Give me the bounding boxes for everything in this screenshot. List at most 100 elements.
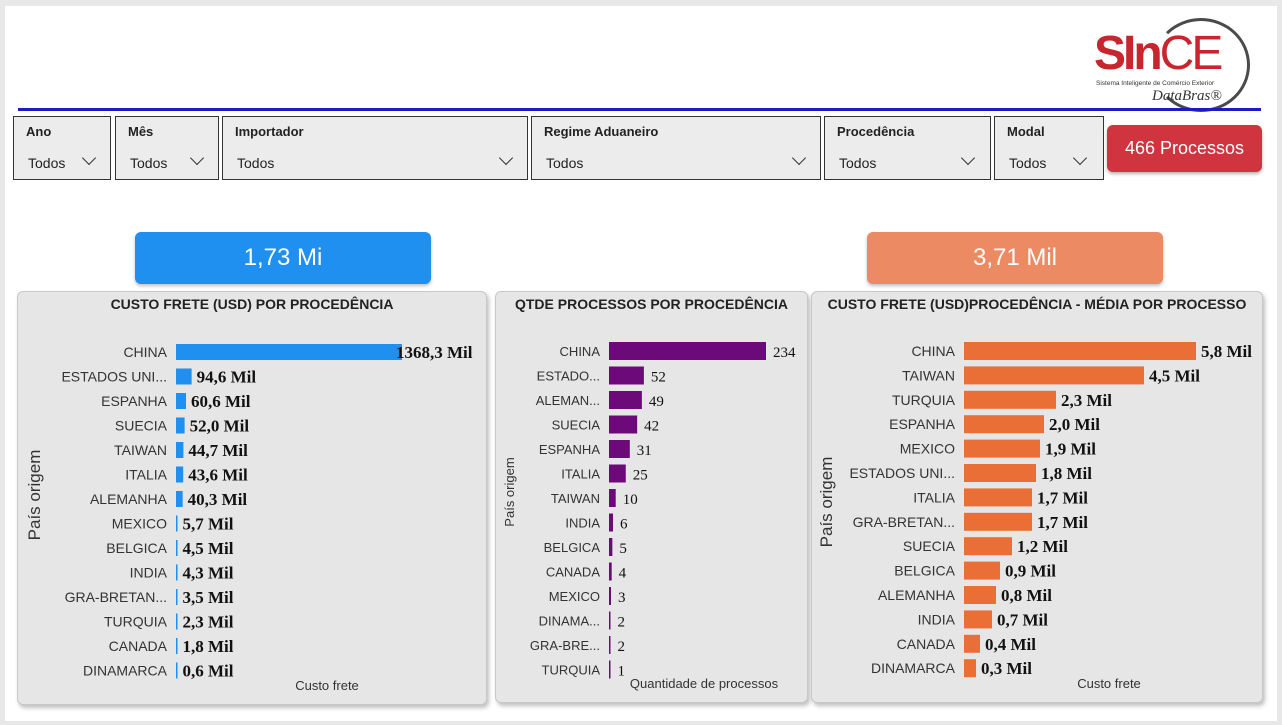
bar[interactable] (609, 440, 630, 458)
bar[interactable] (964, 561, 1000, 580)
category-label: BELGICA (544, 540, 601, 555)
data-label: 2,0 Mil (1049, 415, 1100, 434)
data-label: 44,7 Mil (188, 441, 248, 460)
bar[interactable] (176, 589, 178, 605)
bar[interactable] (176, 564, 178, 581)
data-label: 3 (618, 590, 626, 606)
filter-modal[interactable]: Modal Todos (994, 116, 1104, 180)
category-label: INDIA (565, 516, 600, 531)
chevron-down-icon[interactable] (81, 150, 97, 166)
data-label: 42 (644, 419, 659, 435)
data-label: 60,6 Mil (191, 392, 251, 411)
bar[interactable] (176, 442, 184, 458)
filter-ano[interactable]: Ano Todos (13, 116, 111, 180)
bar[interactable] (609, 415, 638, 434)
category-label: CHINA (911, 343, 955, 359)
chart-freight-by-origin: CUSTO FRETE (USD) POR PROCEDÊNCIA CHINA 1… (17, 291, 487, 705)
bar[interactable] (609, 587, 612, 605)
filter-label: Modal (1007, 124, 1045, 139)
bar[interactable] (609, 562, 612, 581)
bar[interactable] (176, 344, 402, 360)
category-label: BELGICA (106, 540, 167, 556)
filter-regime-aduaneiro[interactable]: Regime Aduaneiro Todos (531, 116, 821, 180)
chevron-down-icon[interactable] (498, 150, 514, 166)
since-logo: SInCE Sistema Inteligente de Comércio Ex… (1090, 18, 1255, 112)
bar[interactable] (176, 491, 183, 507)
category-label: INDIA (130, 565, 168, 581)
category-label: ITALIA (913, 489, 955, 505)
data-label: 1,8 Mil (1041, 464, 1092, 483)
bar[interactable] (964, 634, 980, 653)
bar[interactable] (964, 366, 1144, 385)
data-label: 3,5 Mil (183, 588, 234, 607)
bar[interactable] (609, 366, 644, 385)
category-label: SUECIA (115, 418, 168, 434)
data-label: 94,6 Mil (197, 368, 257, 387)
filter-mes[interactable]: Mês Todos (115, 116, 219, 180)
bar[interactable] (176, 540, 178, 556)
bar[interactable] (964, 610, 992, 629)
filter-label: Procedência (837, 124, 915, 139)
filter-value: Todos (130, 155, 168, 171)
chevron-down-icon[interactable] (960, 150, 976, 166)
data-label: 2,3 Mil (1061, 391, 1112, 410)
data-label: 1,7 Mil (1037, 513, 1088, 532)
category-label: ITALIA (561, 467, 600, 482)
category-label: GRA-BRETAN... (853, 514, 955, 530)
bar[interactable] (176, 613, 178, 630)
bar[interactable] (964, 537, 1012, 556)
process-count-button[interactable]: 466 Processos (1107, 125, 1262, 172)
chart-avg-freight-svg: CHINA 5,8 Mil TAIWAN 4,5 Mil TURQUIA 2,3 Mil E… (817, 342, 1252, 691)
bar[interactable] (964, 439, 1040, 458)
kpi-total-freight: 1,73 Mi (135, 232, 431, 284)
bar[interactable] (176, 368, 192, 385)
category-label: CHINA (560, 344, 601, 359)
data-label: 234 (773, 345, 796, 361)
bar[interactable] (964, 415, 1044, 434)
category-label: CANADA (109, 638, 168, 654)
bar[interactable] (176, 393, 187, 409)
data-label: 52,0 Mil (190, 417, 250, 436)
data-label: 25 (633, 468, 648, 484)
bar[interactable] (964, 390, 1056, 409)
bar[interactable] (176, 417, 185, 434)
chart-process-count-by-origin: QTDE PROCESSOS POR PROCEDÊNCIA CHINA 234 E… (495, 291, 808, 703)
bar[interactable] (609, 464, 626, 483)
bar[interactable] (964, 488, 1032, 507)
category-label: ESTADOS UNI... (849, 465, 955, 481)
category-label: ITALIA (125, 467, 167, 483)
data-label: 31 (637, 443, 652, 459)
bar[interactable] (964, 342, 1196, 360)
chevron-down-icon[interactable] (189, 150, 205, 166)
kpi-avg-freight: 3,71 Mil (867, 232, 1163, 284)
bar[interactable] (176, 638, 178, 654)
filter-procedencia[interactable]: Procedência Todos (824, 116, 991, 180)
bar[interactable] (609, 391, 642, 409)
chevron-down-icon[interactable] (1072, 150, 1088, 166)
category-label: TAIWAN (114, 442, 167, 458)
data-label: 2 (618, 639, 626, 655)
bar[interactable] (176, 515, 178, 532)
bar[interactable] (176, 662, 178, 679)
filter-importador[interactable]: Importador Todos (222, 116, 528, 180)
bar[interactable] (609, 660, 611, 679)
bar[interactable] (609, 538, 613, 556)
data-label: 5,8 Mil (1201, 342, 1252, 361)
bar[interactable] (964, 512, 1032, 531)
bar[interactable] (609, 489, 616, 507)
bar[interactable] (176, 466, 184, 483)
data-label: 0,6 Mil (183, 662, 234, 681)
bar[interactable] (964, 659, 976, 678)
bar[interactable] (964, 586, 996, 604)
bar[interactable] (609, 611, 611, 630)
bar[interactable] (964, 464, 1036, 482)
filter-label: Mês (128, 124, 154, 139)
chevron-down-icon[interactable] (791, 150, 807, 166)
bar[interactable] (609, 513, 614, 532)
data-label: 0,4 Mil (985, 635, 1036, 654)
y-axis-title: País origem (502, 457, 517, 526)
bar[interactable] (609, 342, 766, 360)
bar[interactable] (609, 636, 611, 654)
data-label: 1,9 Mil (1045, 440, 1096, 459)
data-label: 0,7 Mil (997, 610, 1048, 629)
